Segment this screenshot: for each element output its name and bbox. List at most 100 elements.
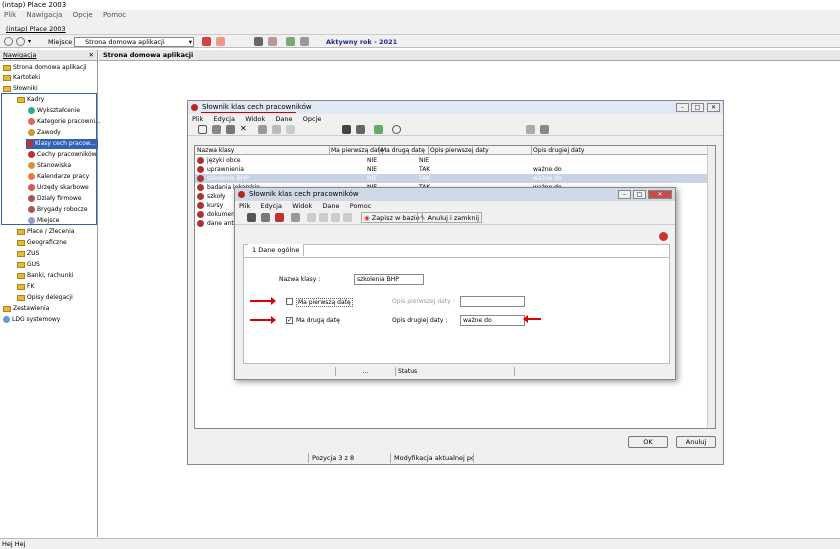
columns-icon[interactable]: [526, 125, 535, 134]
nav-item-place[interactable]: Płace / Zlecenia: [17, 227, 74, 237]
menu-plik[interactable]: Plik: [4, 11, 16, 19]
nav-item-wyksztalcenie[interactable]: Wykształcenie: [28, 106, 80, 116]
binoculars-icon[interactable]: [342, 125, 351, 134]
paste-icon[interactable]: [319, 213, 328, 222]
close-icon[interactable]: ✕: [89, 50, 94, 61]
minimize-button[interactable]: –: [676, 103, 689, 112]
nav-item-zestawienia[interactable]: Zestawienia: [3, 304, 49, 314]
menu-pomoc[interactable]: Pomoc: [350, 202, 372, 210]
close-button[interactable]: ✕: [648, 190, 672, 199]
menu-dane[interactable]: Dane: [275, 115, 292, 123]
nav-item-stanowiska[interactable]: Stanowiska: [28, 161, 71, 171]
ok-button[interactable]: OK: [628, 436, 668, 448]
menu-pomoc[interactable]: Pomoc: [103, 11, 126, 19]
has-second-date-label[interactable]: Ma drugą datę: [296, 317, 340, 324]
menu-edycja[interactable]: Edycja: [214, 115, 235, 123]
nav-item-slowniki[interactable]: Słowniki: [3, 84, 38, 94]
nav-item-brygady[interactable]: Brygady robocze: [28, 205, 88, 215]
menu-opcje[interactable]: Opcje: [73, 11, 93, 19]
nav-item-klasy-cech[interactable]: Klasy cech pracow...: [26, 139, 98, 149]
copy-icon[interactable]: [272, 125, 281, 134]
refresh-icon[interactable]: [374, 125, 383, 134]
back-icon[interactable]: [4, 37, 13, 46]
menu-edycja[interactable]: Edycja: [261, 202, 282, 210]
nav-item-zus[interactable]: ZUS: [17, 249, 39, 259]
menu-nawigacja[interactable]: Nawigacja: [26, 11, 62, 19]
nav-item-zawody[interactable]: Zawody: [28, 128, 61, 138]
nav-item-geograficzne[interactable]: Geograficzne: [17, 238, 67, 248]
save-icon[interactable]: [258, 125, 267, 134]
name-field[interactable]: szkolenia BHP: [354, 274, 424, 285]
col-header-name[interactable]: Nazwa klasy: [197, 146, 234, 155]
place-combobox[interactable]: Strona domowa aplikacji ▾: [74, 37, 194, 47]
menu-plik[interactable]: Plik: [192, 115, 203, 123]
minimize-button[interactable]: –: [618, 190, 631, 199]
nav-item-dzialy[interactable]: Działy firmowe: [28, 194, 82, 204]
has-first-date-checkbox[interactable]: [286, 298, 293, 305]
menu-dane[interactable]: Dane: [322, 202, 339, 210]
cancel-close-button[interactable]: ✎ Anuluj i zamknij: [417, 212, 483, 223]
nav-item-opisy-delegacji[interactable]: Opisy delegacji: [17, 293, 73, 303]
nav-item-kalendarze[interactable]: Kalendarze pracy: [28, 172, 89, 182]
delete-icon[interactable]: [275, 213, 284, 222]
save-to-db-button[interactable]: ◉ Zapisz w bazie: [361, 212, 423, 223]
nav-item-miejsce[interactable]: Miejsce: [28, 216, 59, 226]
nav-item-cechy[interactable]: Cechy pracowników: [28, 150, 97, 160]
menu-opcje[interactable]: Opcje: [303, 115, 322, 123]
first-desc-field[interactable]: [460, 296, 525, 307]
has-second-date-checkbox[interactable]: ✓: [286, 317, 293, 324]
col-header-second-date[interactable]: Ma drugą datę: [379, 146, 425, 155]
copy-icon[interactable]: [291, 213, 300, 222]
edit-icon[interactable]: [226, 125, 235, 134]
menu-plik[interactable]: Plik: [239, 202, 250, 210]
refresh-icon[interactable]: [286, 37, 295, 46]
undo-icon[interactable]: [343, 213, 352, 222]
find-next-icon[interactable]: [356, 125, 365, 134]
save-icon[interactable]: [261, 213, 270, 222]
open-icon[interactable]: [212, 125, 221, 134]
has-first-date-label[interactable]: Ma pierwszą datę: [296, 298, 353, 307]
nav-item-kategorie[interactable]: Kategorie pracowni...: [28, 117, 101, 127]
nav-item-gus[interactable]: GUS: [17, 260, 40, 270]
col-header-first-desc[interactable]: Opis pierwszej daty: [428, 146, 489, 155]
nav-item-fk[interactable]: FK: [17, 282, 34, 292]
menu-widok[interactable]: Widok: [292, 202, 312, 210]
col-header-second-desc[interactable]: Opis drugiej daty: [531, 146, 584, 155]
menu-widok[interactable]: Widok: [245, 115, 265, 123]
nav-item-urzedy[interactable]: Urzędy skarbowe: [28, 183, 89, 193]
table-scrollbar[interactable]: [707, 146, 715, 428]
nav-item-banki[interactable]: Banki, rachunki: [17, 271, 74, 281]
table-row[interactable]: języki obce NIE NIE: [195, 156, 715, 165]
close-button[interactable]: ✕: [707, 103, 720, 112]
cancel-button[interactable]: Anuluj: [676, 436, 716, 448]
forward-icon[interactable]: [16, 37, 25, 46]
home-icon[interactable]: [216, 37, 225, 46]
history-dropdown-icon[interactable]: ▾: [28, 38, 31, 45]
filter-icon[interactable]: [392, 125, 401, 134]
second-desc-field[interactable]: ważne do: [460, 315, 525, 326]
paste-icon[interactable]: [286, 125, 295, 134]
chevron-down-icon[interactable]: ▾: [189, 38, 192, 47]
bookmark-icon[interactable]: [202, 37, 211, 46]
table-row[interactable]: uprawnienia NIE TAK ważne do: [195, 165, 715, 174]
layout-icon[interactable]: [540, 125, 549, 134]
delete-icon[interactable]: ✕: [240, 124, 247, 133]
col-header-first-date[interactable]: Ma pierwszą datę: [329, 146, 384, 155]
settings-icon[interactable]: [300, 37, 309, 46]
new-icon[interactable]: [198, 125, 207, 134]
help-icon[interactable]: [659, 232, 668, 241]
refresh-icon[interactable]: [247, 213, 256, 222]
cut-icon[interactable]: [307, 213, 316, 222]
nav-item-home[interactable]: Strona domowa aplikacji: [3, 63, 87, 73]
print-icon[interactable]: [268, 37, 277, 46]
tab-general[interactable]: 1 Dane ogólne: [248, 244, 305, 256]
nav-item-kadry[interactable]: Kadry: [17, 95, 44, 105]
maximize-button[interactable]: □: [691, 103, 704, 112]
binoculars-icon[interactable]: [254, 37, 263, 46]
maximize-button[interactable]: □: [633, 190, 646, 199]
nav-item-kartoteki[interactable]: Kartoteki: [3, 73, 40, 83]
tab-app[interactable]: (intap) Place 2003: [4, 24, 68, 34]
nav-item-ldg[interactable]: LDG systemowy: [3, 315, 60, 325]
table-row-selected[interactable]: szkolenia BHP NIE TAK ważne do: [195, 174, 715, 183]
print-icon[interactable]: [331, 213, 340, 222]
